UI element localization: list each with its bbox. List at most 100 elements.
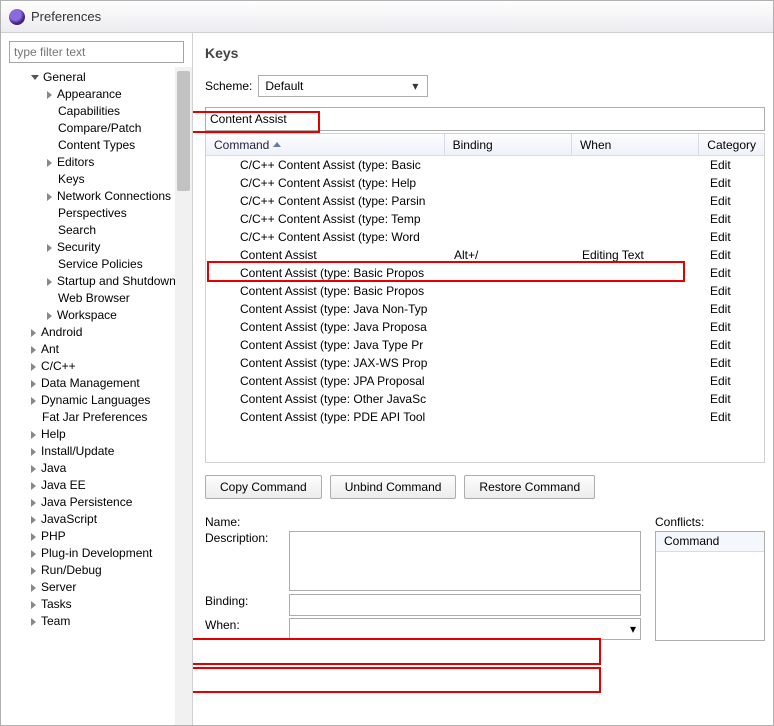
cell-cmd: C/C++ Content Assist (type: Temp [206,212,446,226]
tree-item[interactable]: Workspace [9,307,184,324]
tree-item[interactable]: Tasks [9,596,184,613]
caret-right-icon [47,244,52,252]
tree-item[interactable]: JavaScript [9,511,184,528]
tree-item[interactable]: Ant [9,341,184,358]
cell-when: Editing Text [574,248,702,262]
table-row[interactable]: C/C++ Content Assist (type: HelpEdit [206,174,764,192]
copy-command-button[interactable]: Copy Command [205,475,322,499]
chevron-down-icon: ▾ [407,79,423,93]
tree-item[interactable]: Data Management [9,375,184,392]
column-category[interactable]: Category [699,134,764,155]
unbind-command-button[interactable]: Unbind Command [330,475,457,499]
binding-label: Binding: [205,594,285,608]
caret-right-icon [47,159,52,167]
binding-input[interactable] [289,594,641,616]
scheme-dropdown[interactable]: Default ▾ [258,75,428,97]
cell-cat: Edit [702,230,764,244]
description-textarea[interactable] [289,531,641,591]
table-row[interactable]: C/C++ Content Assist (type: TempEdit [206,210,764,228]
column-when[interactable]: When [572,134,699,155]
caret-right-icon [31,465,36,473]
tree-item[interactable]: Network Connections [9,188,184,205]
table-row[interactable]: Content Assist (type: Java Non-TypEdit [206,300,764,318]
tree-item[interactable]: Java EE [9,477,184,494]
keys-page: Keys Scheme: Default ▾ Content Assist Co… [193,33,773,725]
table-row[interactable]: Content Assist (type: PDE API ToolEdit [206,408,764,426]
tree-item[interactable]: General [9,69,184,86]
command-search-input[interactable]: Content Assist [205,107,765,131]
tree-item[interactable]: Install/Update [9,443,184,460]
table-row[interactable]: Content Assist (type: Java ProposaEdit [206,318,764,336]
tree-item-label: Run/Debug [41,562,102,579]
column-command[interactable]: Command [206,134,445,155]
tree-item[interactable]: Help [9,426,184,443]
table-row[interactable]: Content Assist (type: JAX-WS PropEdit [206,354,764,372]
tree-item-label: JavaScript [41,511,97,528]
caret-right-icon [31,567,36,575]
tree-item-label: Help [41,426,66,443]
tree-item[interactable]: Dynamic Languages [9,392,184,409]
tree-item-label: Perspectives [58,205,127,222]
cell-cmd: Content Assist (type: Basic Propos [206,284,446,298]
tree-item[interactable]: C/C++ [9,358,184,375]
sort-ascending-icon [273,142,281,147]
cell-cmd: Content Assist (type: JAX-WS Prop [206,356,446,370]
tree-item[interactable]: Perspectives [9,205,184,222]
tree-item[interactable]: Appearance [9,86,184,103]
tree-item[interactable]: Java [9,460,184,477]
tree-item-label: Content Types [58,137,135,154]
window-title: Preferences [31,9,101,24]
table-row[interactable]: C/C++ Content Assist (type: BasicEdit [206,156,764,174]
tree-item[interactable]: Java Persistence [9,494,184,511]
when-dropdown[interactable]: ▾ [289,618,641,640]
annotation-box [193,638,601,665]
tree-item[interactable]: Run/Debug [9,562,184,579]
table-row[interactable]: Content Assist (type: Java Type PrEdit [206,336,764,354]
caret-right-icon [31,601,36,609]
tree-item[interactable]: Plug-in Development [9,545,184,562]
table-row[interactable]: Content Assist (type: JPA Proposal Edit [206,372,764,390]
cell-cmd: C/C++ Content Assist (type: Word [206,230,446,244]
table-row[interactable]: Content Assist (type: Basic ProposEdit [206,282,764,300]
tree-item[interactable]: Keys [9,171,184,188]
tree-item[interactable]: Team [9,613,184,630]
tree-item[interactable]: Capabilities [9,103,184,120]
table-row[interactable]: Content AssistAlt+/Editing TextEdit [206,246,764,264]
tree-item-label: Search [58,222,96,239]
table-row[interactable]: C/C++ Content Assist (type: Word Edit [206,228,764,246]
tree-item-label: Security [57,239,100,256]
name-label: Name: [205,515,285,529]
tree-item[interactable]: Editors [9,154,184,171]
table-row[interactable]: Content Assist (type: Other JavaScEdit [206,390,764,408]
tree-item[interactable]: Server [9,579,184,596]
tree-item[interactable]: Security [9,239,184,256]
cell-cmd: C/C++ Content Assist (type: Help [206,176,446,190]
tree-item[interactable]: Android [9,324,184,341]
tree-item[interactable]: Startup and Shutdown [9,273,184,290]
cell-cmd: Content Assist (type: JPA Proposal [206,374,446,388]
cell-cat: Edit [702,374,764,388]
restore-command-button[interactable]: Restore Command [464,475,595,499]
scheme-value: Default [265,79,303,93]
tree-item[interactable]: Service Policies [9,256,184,273]
cell-bind: Alt+/ [446,248,574,262]
table-row[interactable]: Content Assist (type: Basic ProposEdit [206,264,764,282]
tree-item-label: Dynamic Languages [41,392,150,409]
table-row[interactable]: C/C++ Content Assist (type: ParsinEdit [206,192,764,210]
tree-item[interactable]: Content Types [9,137,184,154]
tree-item[interactable]: Fat Jar Preferences [9,409,184,426]
cell-cmd: Content Assist [206,248,446,262]
cell-cmd: Content Assist (type: Java Proposa [206,320,446,334]
column-binding[interactable]: Binding [445,134,572,155]
sidebar-scrollbar[interactable] [175,67,192,725]
preferences-tree[interactable]: GeneralAppearanceCapabilitiesCompare/Pat… [9,69,184,630]
conflicts-column-command[interactable]: Command [656,532,764,552]
tree-item[interactable]: Compare/Patch [9,120,184,137]
tree-item[interactable]: Search [9,222,184,239]
caret-right-icon [31,533,36,541]
tree-item[interactable]: PHP [9,528,184,545]
tree-item[interactable]: Web Browser [9,290,184,307]
tree-item-label: Java [41,460,66,477]
filter-input[interactable] [9,41,184,63]
cell-cmd: Content Assist (type: PDE API Tool [206,410,446,424]
